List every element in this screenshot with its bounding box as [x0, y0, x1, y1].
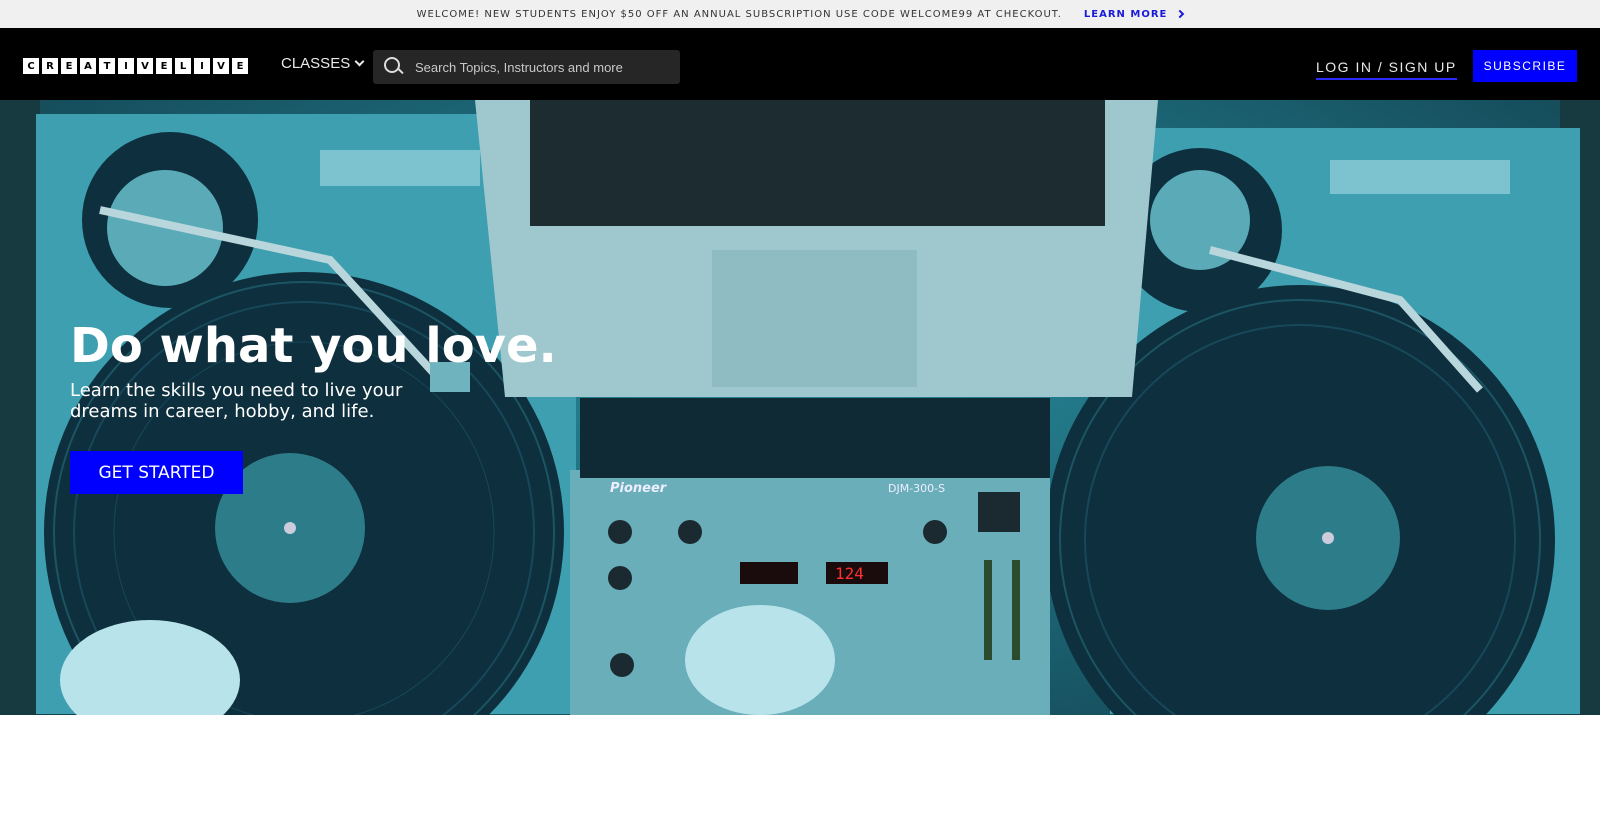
logo-letter: V [137, 58, 153, 74]
learn-more-link[interactable]: LEARN MORE [1083, 8, 1185, 20]
logo-letter: E [156, 58, 172, 74]
logo-letter: E [232, 58, 248, 74]
classes-label: CLASSES [281, 55, 351, 72]
subscribe-button[interactable]: SUBSCRIBE [1473, 50, 1577, 82]
logo-letter: I [194, 58, 210, 74]
logo-letter: E [61, 58, 77, 74]
logo-letter: I [118, 58, 134, 74]
search-bar[interactable] [373, 50, 680, 84]
logo-letter: R [42, 58, 58, 74]
logo-letter: V [213, 58, 229, 74]
search-input[interactable] [415, 59, 665, 75]
bpm-display: 124 [835, 564, 864, 583]
get-started-button[interactable]: GET STARTED [70, 451, 243, 494]
logo-letter: L [175, 58, 191, 74]
svg-text:Pioneer: Pioneer [610, 481, 668, 496]
hero-section: 124 Pioneer DJM-300-S Do what you love. … [0, 100, 1600, 715]
svg-text:DJM-300-S: DJM-300-S [888, 482, 945, 495]
hero-title: Do what you love. [70, 318, 557, 374]
logo-letter: C [23, 58, 39, 74]
creativelive-logo[interactable]: C R E A T I V E L I V E [23, 58, 248, 74]
login-signup-link[interactable]: LOG IN / SIGN UP [1316, 59, 1457, 80]
learn-more-label: LEARN MORE [1083, 8, 1168, 20]
site-header: C R E A T I V E L I V E CLASSES LOG IN /… [0, 28, 1600, 100]
logo-letter: A [80, 58, 96, 74]
classes-dropdown[interactable]: CLASSES [281, 55, 365, 72]
hero-subtitle: Learn the skills you need to live your d… [70, 380, 403, 422]
search-icon[interactable] [381, 50, 415, 84]
chevron-down-icon [354, 56, 365, 67]
promo-text: WELCOME! NEW STUDENTS ENJOY $50 OFF AN A… [416, 8, 1062, 20]
chevron-right-icon [1176, 9, 1185, 19]
logo-letter: T [99, 58, 115, 74]
promo-banner: WELCOME! NEW STUDENTS ENJOY $50 OFF AN A… [0, 0, 1600, 28]
